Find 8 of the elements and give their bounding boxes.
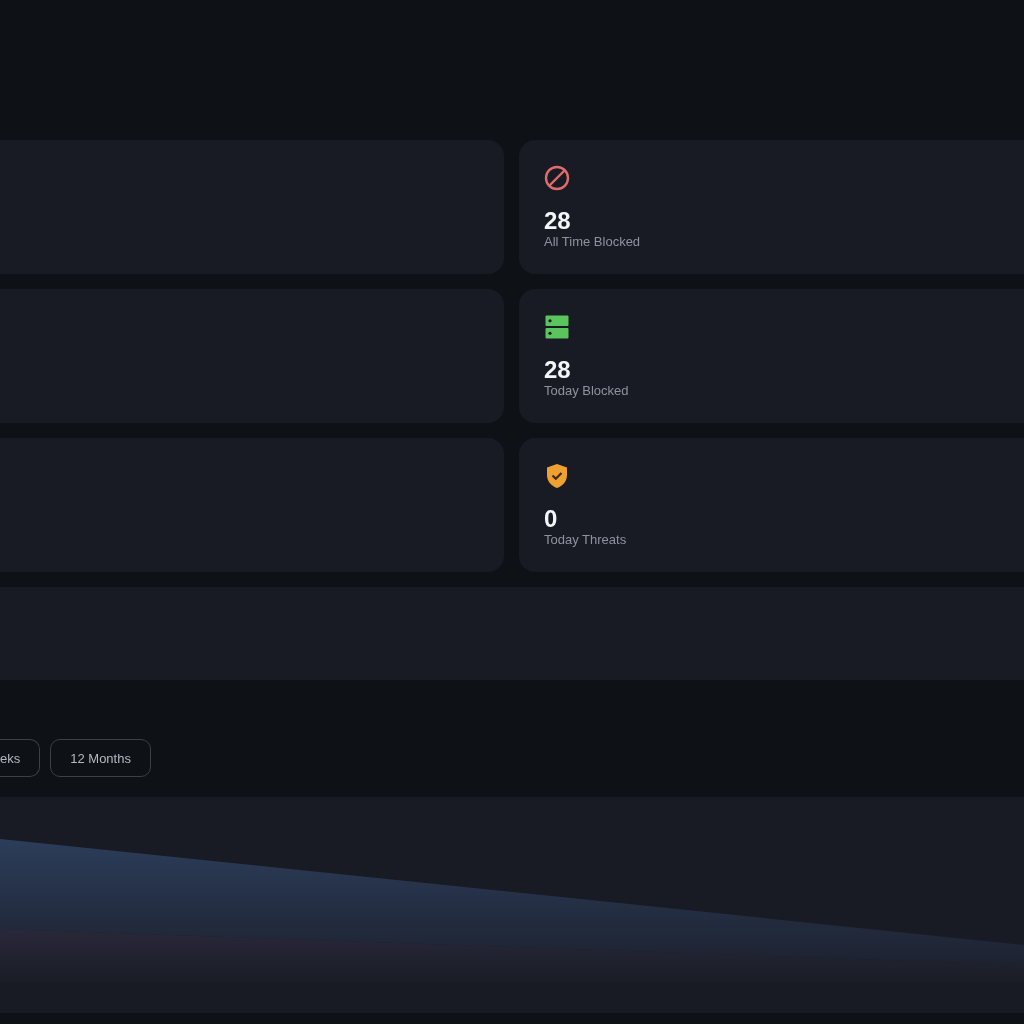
stat-label: All Time Blocked — [544, 234, 641, 250]
stat-value: 28 — [544, 357, 571, 383]
stat-value: 0 — [544, 506, 558, 532]
range-button[interactable]: eks — [0, 739, 41, 777]
stat-value: 28 — [544, 208, 571, 234]
stat-label: Today Blocked — [544, 383, 629, 399]
range-button[interactable]: 12 Months — [50, 739, 151, 777]
stat-label: Today Threats — [544, 532, 627, 548]
